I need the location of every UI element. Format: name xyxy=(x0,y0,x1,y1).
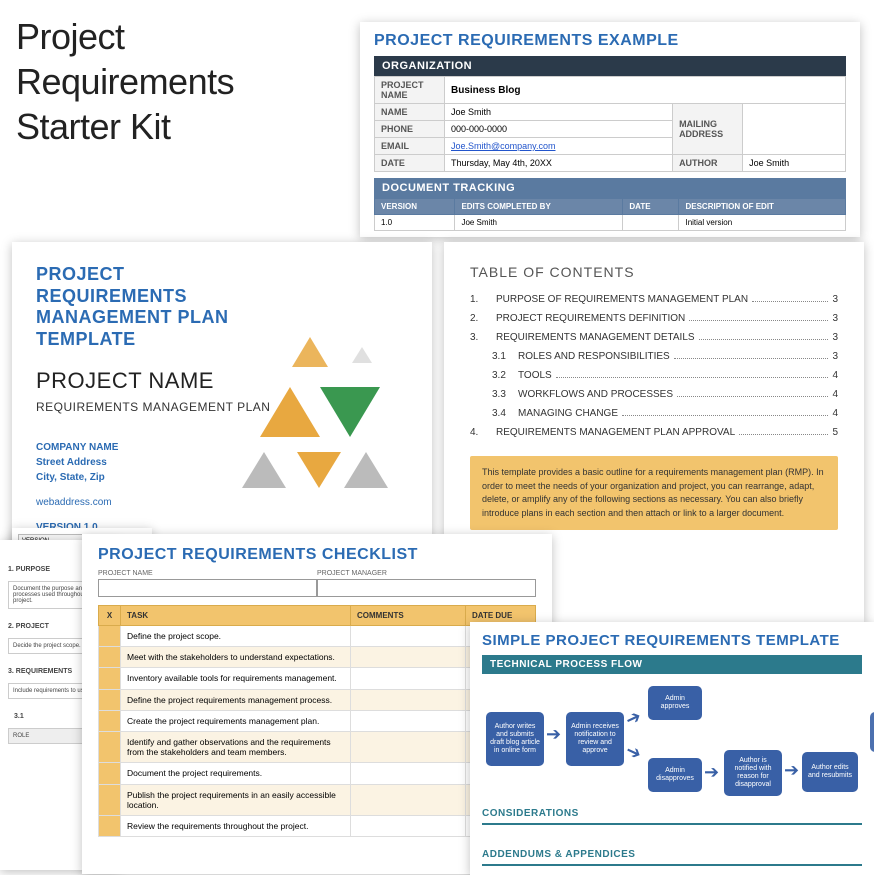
flow-step-1: Author writes and submits draft blog art… xyxy=(486,712,544,766)
task-cell: Publish the project requirements in an e… xyxy=(121,784,351,815)
td-desc: Initial version xyxy=(679,215,846,231)
label-author: AUTHOR xyxy=(673,155,743,172)
flow-step-4: Admin disapproves xyxy=(648,758,702,792)
toc-row: 3.1ROLES AND RESPONSIBILITIES3 xyxy=(470,351,838,362)
comments-cell[interactable] xyxy=(351,626,466,647)
value-phone: 000-000-0000 xyxy=(445,121,673,138)
th-version: VERSION xyxy=(375,199,455,215)
comments-cell[interactable] xyxy=(351,763,466,784)
label-mailing: MAILING ADDRESS xyxy=(673,104,743,155)
toc-title: TABLE OF CONTENTS xyxy=(470,264,838,280)
checkbox-cell[interactable] xyxy=(99,710,121,731)
td-edits: Joe Smith xyxy=(455,215,623,231)
th-comments: COMMENTS xyxy=(351,606,466,626)
doc-simple-requirements: SIMPLE PROJECT REQUIREMENTS TEMPLATE TEC… xyxy=(470,622,874,875)
toc-row: 3.3WORKFLOWS AND PROCESSES4 xyxy=(470,389,838,400)
comments-cell[interactable] xyxy=(351,784,466,815)
th-desc: DESCRIPTION OF EDIT xyxy=(679,199,846,215)
checkbox-cell[interactable] xyxy=(99,763,121,784)
comments-cell[interactable] xyxy=(351,689,466,710)
checkbox-cell[interactable] xyxy=(99,815,121,836)
arrow-icon: ➔ xyxy=(622,706,645,731)
toc-row: 4.REQUIREMENTS MANAGEMENT PLAN APPROVAL5 xyxy=(470,427,838,438)
th-edits: EDITS COMPLETED BY xyxy=(455,199,623,215)
td-version: 1.0 xyxy=(375,215,455,231)
organization-table: PROJECT NAME Business Blog NAME Joe Smit… xyxy=(374,76,846,172)
comments-cell[interactable] xyxy=(351,668,466,689)
value-name: Joe Smith xyxy=(445,104,673,121)
value-project-name: Business Blog xyxy=(445,77,846,104)
label-project-name: PROJECT NAME xyxy=(375,77,445,104)
arrow-icon: ➔ xyxy=(784,760,799,781)
tracking-table: VERSION EDITS COMPLETED BY DATE DESCRIPT… xyxy=(374,198,846,231)
arrow-icon: ➔ xyxy=(704,762,719,783)
toc-row: 3.REQUIREMENTS MANAGEMENT DETAILS3 xyxy=(470,332,838,343)
bar-addendums: ADDENDUMS & APPENDICES xyxy=(482,845,862,866)
triangle-graphic xyxy=(212,327,412,527)
flow-step-5: Author is notified with reason for disap… xyxy=(724,750,782,796)
email-link[interactable]: Joe.Smith@company.com xyxy=(451,141,556,151)
task-cell: Define the project scope. xyxy=(121,626,351,647)
simple-heading: SIMPLE PROJECT REQUIREMENTS TEMPLATE xyxy=(482,632,862,649)
bar-considerations: CONSIDERATIONS xyxy=(482,804,862,825)
td-date xyxy=(623,215,679,231)
arrow-icon: ➔ xyxy=(546,724,561,745)
checkbox-cell[interactable] xyxy=(99,689,121,710)
bar-tech-flow: TECHNICAL PROCESS FLOW xyxy=(482,655,862,674)
value-mailing xyxy=(743,104,846,155)
th-x: X xyxy=(99,606,121,626)
task-cell: Identify and gather observations and the… xyxy=(121,731,351,762)
toc-row: 1.PURPOSE OF REQUIREMENTS MANAGEMENT PLA… xyxy=(470,294,838,305)
flow-step-3: Admin approves xyxy=(648,686,702,720)
comments-cell[interactable] xyxy=(351,647,466,668)
page-title: Project Requirements Starter Kit xyxy=(16,14,234,149)
flow-diagram: Author writes and submits draft blog art… xyxy=(482,680,862,802)
toc-callout: This template provides a basic outline f… xyxy=(470,456,838,530)
example-heading: PROJECT REQUIREMENTS EXAMPLE xyxy=(374,32,846,50)
task-cell: Define the project requirements manageme… xyxy=(121,689,351,710)
arrow-icon: ➔ xyxy=(622,740,645,765)
flow-step-6: Author edits and resubmits xyxy=(802,752,858,792)
label-name: NAME xyxy=(375,104,445,121)
toc-row: 2.PROJECT REQUIREMENTS DEFINITION3 xyxy=(470,313,838,324)
th-task: TASK xyxy=(121,606,351,626)
checklist-pm-input[interactable] xyxy=(317,579,536,597)
label-phone: PHONE xyxy=(375,121,445,138)
checklist-heading: PROJECT REQUIREMENTS CHECKLIST xyxy=(98,546,536,564)
flow-step-2: Admin receives notification to review an… xyxy=(566,712,624,766)
checklist-pm-label: PROJECT MANAGER xyxy=(317,570,536,577)
checkbox-cell[interactable] xyxy=(99,731,121,762)
toc-row: 3.2TOOLS4 xyxy=(470,370,838,381)
value-email: Joe.Smith@company.com xyxy=(445,138,673,155)
task-cell: Meet with the stakeholders to understand… xyxy=(121,647,351,668)
comments-cell[interactable] xyxy=(351,710,466,731)
task-cell: Review the requirements throughout the p… xyxy=(121,815,351,836)
toc-row: 3.4MANAGING CHANGE4 xyxy=(470,408,838,419)
checkbox-cell[interactable] xyxy=(99,626,121,647)
th-date: DATE xyxy=(623,199,679,215)
checkbox-cell[interactable] xyxy=(99,668,121,689)
doc-tracking-bar: DOCUMENT TRACKING xyxy=(374,178,846,198)
task-cell: Document the project requirements. xyxy=(121,763,351,784)
comments-cell[interactable] xyxy=(351,731,466,762)
flow-step-7: Blog is published xyxy=(870,712,874,752)
checkbox-cell[interactable] xyxy=(99,647,121,668)
checklist-pn-label: PROJECT NAME xyxy=(98,570,317,577)
label-email: EMAIL xyxy=(375,138,445,155)
value-author: Joe Smith xyxy=(743,155,846,172)
comments-cell[interactable] xyxy=(351,815,466,836)
value-date: Thursday, May 4th, 20XX xyxy=(445,155,673,172)
doc-requirements-example: PROJECT REQUIREMENTS EXAMPLE ORGANIZATIO… xyxy=(360,22,860,237)
task-cell: Create the project requirements manageme… xyxy=(121,710,351,731)
checkbox-cell[interactable] xyxy=(99,784,121,815)
task-cell: Inventory available tools for requiremen… xyxy=(121,668,351,689)
organization-bar: ORGANIZATION xyxy=(374,56,846,76)
checklist-pn-input[interactable] xyxy=(98,579,317,597)
label-date: DATE xyxy=(375,155,445,172)
